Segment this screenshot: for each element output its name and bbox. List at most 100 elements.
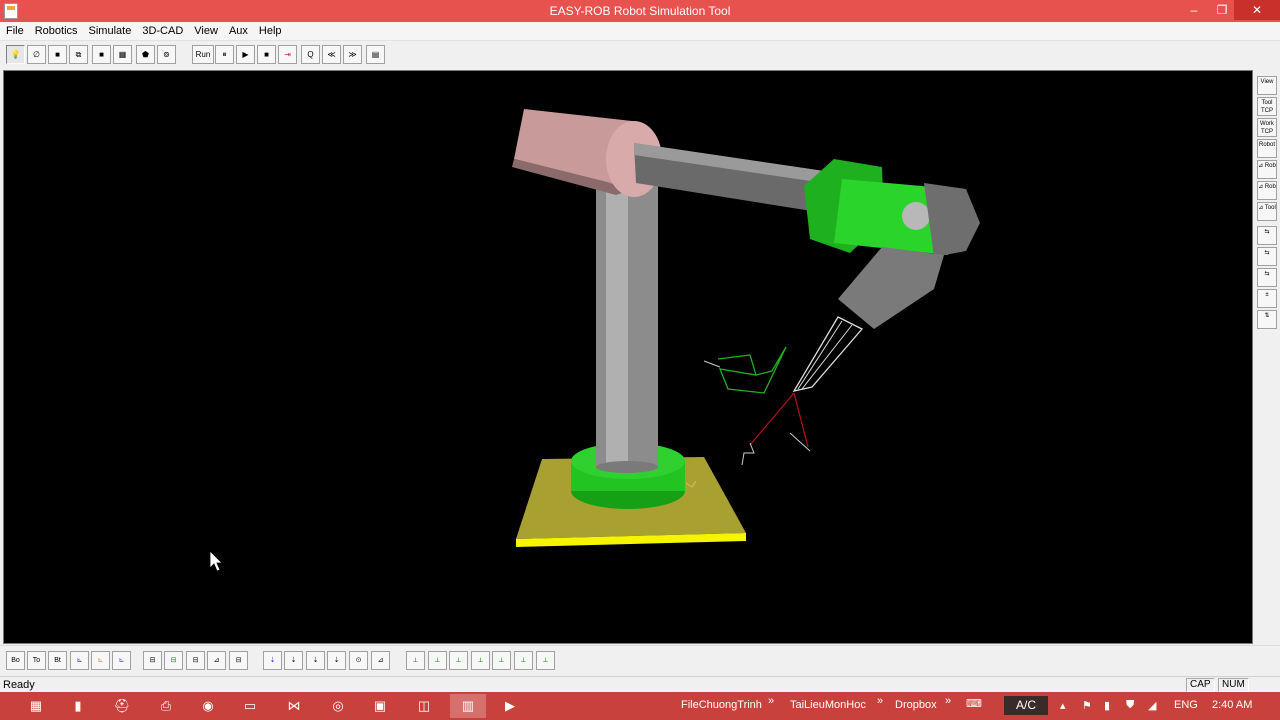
robot-scene: [209, 109, 980, 572]
app-window: EASY-ROB Robot Simulation Tool ‒ ❐ ✕ Fil…: [0, 0, 1280, 720]
step-icon[interactable]: ⇥: [278, 45, 297, 64]
pause-icon[interactable]: ⏸: [215, 45, 234, 64]
title-bar: EASY-ROB Robot Simulation Tool ‒ ❐ ✕: [0, 0, 1280, 22]
run-button[interactable]: Run: [192, 45, 214, 64]
joint-5-icon[interactable]: ⟂: [492, 651, 511, 670]
base-frame-button[interactable]: Bo: [6, 651, 25, 670]
battery-icon[interactable]: ▮: [1104, 699, 1110, 712]
taskbar-link-tailieumonhoc[interactable]: TaiLieuMonHoc: [790, 699, 866, 711]
tool-frame-button[interactable]: To: [27, 651, 46, 670]
visual-studio-icon[interactable]: ⋈: [276, 694, 312, 718]
chevron-icon: »: [768, 695, 775, 707]
clock[interactable]: 2:40 AM: [1212, 699, 1252, 711]
restore-button[interactable]: ❐: [1208, 0, 1236, 20]
axis-3-icon[interactable]: ⊾: [112, 651, 131, 670]
move-down-3-icon[interactable]: ⇣: [306, 651, 325, 670]
taskbar-app-3[interactable]: ⛑: [104, 694, 140, 718]
move-icon[interactable]: ⇆: [1257, 226, 1277, 245]
taskbar-app-2[interactable]: ▮: [60, 694, 96, 718]
menu-3d-cad[interactable]: 3D-CAD: [136, 22, 188, 37]
grid-3-icon[interactable]: ⊟: [186, 651, 205, 670]
joint-3-icon[interactable]: ⟂: [449, 651, 468, 670]
network-icon[interactable]: ◢: [1148, 699, 1156, 712]
menu-file[interactable]: File: [0, 22, 29, 37]
axis-2-icon[interactable]: ⊾: [91, 651, 110, 670]
forward-icon[interactable]: ≫: [343, 45, 362, 64]
taskbar-app-9[interactable]: ▣: [362, 694, 398, 718]
robot-icon[interactable]: ⬟: [136, 45, 155, 64]
ime-indicator[interactable]: A/C: [1004, 696, 1048, 715]
grid-2-icon[interactable]: ⊟: [164, 651, 183, 670]
taskbar-link-filechuongtrinh[interactable]: FileChuongTrinh: [681, 699, 762, 711]
plus-minus-icon[interactable]: ±: [1257, 289, 1277, 308]
joint-2-icon[interactable]: ⟂: [428, 651, 447, 670]
robot-view-button[interactable]: Robot: [1257, 139, 1277, 158]
forearm: [838, 247, 944, 329]
menu-help[interactable]: Help: [253, 22, 287, 37]
tool-tcp-button[interactable]: Tool TCP: [1257, 97, 1277, 116]
lamp-icon[interactable]: 💡: [6, 45, 25, 64]
file-explorer-icon[interactable]: ▭: [232, 694, 268, 718]
joint-7-icon[interactable]: ⟂: [536, 651, 555, 670]
joint-6-icon[interactable]: ⟂: [514, 651, 533, 670]
rewind-icon[interactable]: ≪: [322, 45, 341, 64]
copy-icon[interactable]: ⧉: [69, 45, 88, 64]
frame-toolbar: Bo To Bt ⊾ ⊾ ⊾ ⊟ ⊟ ⊟ ⊿ ⊟ ⇣ ⇣ ⇣ ⇣ ⊙ ⊿ ⟂ ⟂…: [0, 645, 1280, 675]
caps-indicator: CAP: [1186, 678, 1215, 692]
robot-axes-2-button[interactable]: ⊿ Rob: [1257, 181, 1277, 200]
clipboard-icon[interactable]: ▤: [366, 45, 385, 64]
easy-rob-taskbar-icon[interactable]: ▥: [450, 694, 486, 718]
work-tcp-button[interactable]: Work TCP: [1257, 118, 1277, 137]
taskbar-app-4[interactable]: ⎙: [148, 694, 184, 718]
move-3-icon[interactable]: ⇆: [1257, 268, 1277, 287]
move-down-4-icon[interactable]: ⇣: [327, 651, 346, 670]
keyboard-icon[interactable]: ⌨: [966, 697, 982, 710]
taskbar-app-8[interactable]: ◎: [320, 694, 356, 718]
taskbar-app-12[interactable]: ▶: [492, 694, 528, 718]
btool-frame-button[interactable]: Bt: [48, 651, 67, 670]
menu-robotics[interactable]: Robotics: [29, 22, 83, 37]
record-icon[interactable]: ■: [92, 45, 111, 64]
tool-axes-button[interactable]: ⊿ Tool: [1257, 202, 1277, 221]
3d-viewport[interactable]: [3, 70, 1253, 644]
stop-record-icon[interactable]: ▦: [113, 45, 132, 64]
sphere-icon[interactable]: ⊙: [349, 651, 368, 670]
menu-bar: File Robotics Simulate 3D-CAD View Aux Help: [0, 22, 1280, 41]
grid-4-icon[interactable]: ⊟: [229, 651, 248, 670]
settings-icon[interactable]: ⊚: [157, 45, 176, 64]
close-button[interactable]: ✕: [1234, 0, 1280, 20]
search-icon[interactable]: Q: [301, 45, 320, 64]
chevron-icon: »: [877, 695, 884, 707]
taskbar-link-dropbox[interactable]: Dropbox: [895, 699, 937, 711]
menu-aux[interactable]: Aux: [223, 22, 253, 37]
grid-icon[interactable]: ⊟: [143, 651, 162, 670]
status-text: Ready: [3, 679, 35, 691]
taskbar-app-10[interactable]: ◫: [406, 694, 442, 718]
joint-icon[interactable]: ⟂: [406, 651, 425, 670]
move-down-icon[interactable]: ⇣: [263, 651, 282, 670]
joint-4-icon[interactable]: ⟂: [471, 651, 490, 670]
view-toolbar: View Tool TCP Work TCP Robot ⊿ Rob ⊿ Rob…: [1254, 70, 1280, 644]
security-icon[interactable]: ⛊: [1126, 699, 1134, 712]
move-2-icon[interactable]: ⇆: [1257, 247, 1277, 266]
chevron-icon: »: [945, 695, 952, 707]
wedge-icon[interactable]: ⊿: [207, 651, 226, 670]
robot-axes-button[interactable]: ⊿ Rob: [1257, 160, 1277, 179]
flag-icon[interactable]: ⚑: [1082, 699, 1092, 712]
taskbar-app-1[interactable]: ▦: [18, 694, 54, 718]
reset-icon[interactable]: ∅: [27, 45, 46, 64]
play-icon[interactable]: ▶: [236, 45, 255, 64]
menu-view[interactable]: View: [188, 22, 223, 37]
minimize-button[interactable]: ‒: [1180, 0, 1208, 20]
tray-overflow-icon[interactable]: ▴: [1060, 699, 1066, 712]
cone-icon[interactable]: ⊿: [371, 651, 390, 670]
taskbar-app-5[interactable]: ◉: [190, 694, 226, 718]
align-icon[interactable]: ⇅: [1257, 310, 1277, 329]
view-button[interactable]: View: [1257, 76, 1277, 95]
cell-icon[interactable]: ■: [48, 45, 67, 64]
language-indicator[interactable]: ENG: [1174, 699, 1198, 711]
menu-simulate[interactable]: Simulate: [83, 22, 137, 37]
stop-icon[interactable]: ■: [257, 45, 276, 64]
move-down-2-icon[interactable]: ⇣: [284, 651, 303, 670]
axis-icon[interactable]: ⊾: [70, 651, 89, 670]
